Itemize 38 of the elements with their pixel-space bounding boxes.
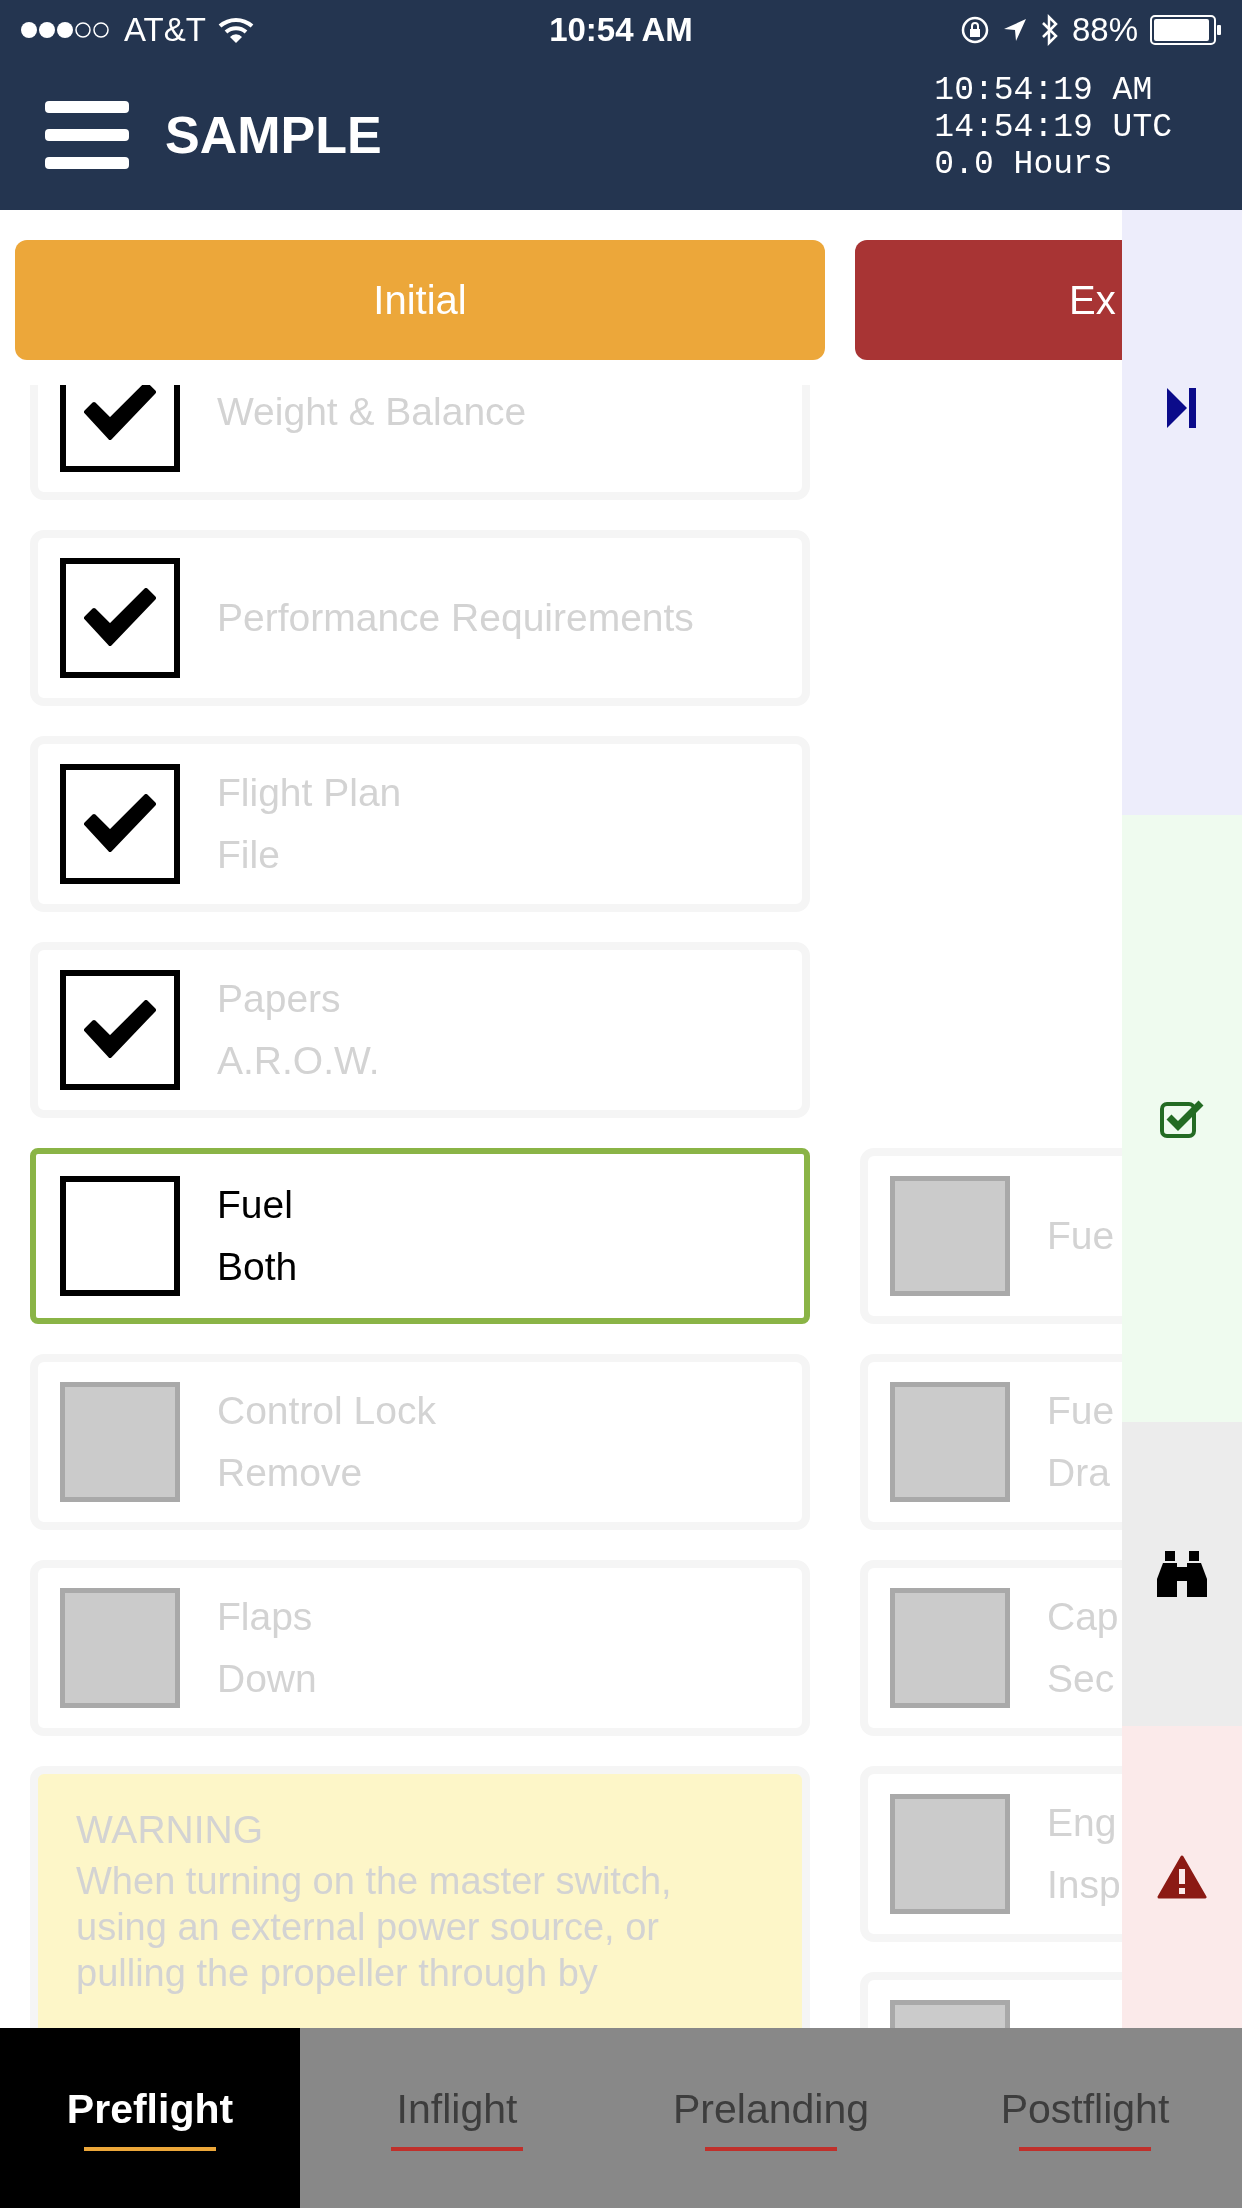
- clock-line: 10:54:19 AM: [934, 71, 1154, 109]
- checkmark-icon: [82, 385, 158, 442]
- checkbox[interactable]: [890, 1382, 1010, 1502]
- checkbox[interactable]: [60, 970, 180, 1090]
- checkbox[interactable]: [60, 385, 180, 472]
- checkmark-icon: [82, 588, 158, 648]
- phase-button[interactable]: Initial: [15, 240, 825, 360]
- checkbox[interactable]: [60, 1588, 180, 1708]
- battery-icon: [1150, 15, 1222, 45]
- signal-icon: [20, 20, 112, 40]
- item-text: Both: [217, 1245, 298, 1289]
- rotation-lock-icon: [959, 15, 990, 45]
- app-title: SAMPLE: [165, 105, 382, 165]
- checkbox[interactable]: [890, 1176, 1010, 1296]
- warning-icon[interactable]: [1157, 1855, 1207, 1899]
- checkbox-icon[interactable]: [1159, 1098, 1205, 1139]
- menu-icon[interactable]: [45, 101, 129, 169]
- checkmark-icon: [82, 794, 158, 854]
- carrier: AT&T: [124, 11, 206, 49]
- wifi-icon: [217, 16, 254, 44]
- checkbox[interactable]: [60, 1176, 180, 1296]
- binoculars-icon[interactable]: [1157, 1551, 1207, 1597]
- phase-button[interactable]: Ex: [855, 240, 1122, 360]
- bluetooth-icon: [1039, 14, 1060, 46]
- status-time: 10:54 AM: [549, 11, 693, 49]
- checkbox[interactable]: [60, 1382, 180, 1502]
- tab[interactable]: Preflight: [0, 2028, 300, 2208]
- checkbox[interactable]: [890, 1794, 1010, 1914]
- checkbox[interactable]: [60, 558, 180, 678]
- checkbox[interactable]: [60, 764, 180, 884]
- checkmark-icon: [82, 1000, 158, 1060]
- checklist-item[interactable]: Fuel Both: [30, 1148, 810, 1324]
- clock-line: 14:54:19 UTC: [934, 108, 1172, 146]
- battery-percent: 88%: [1071, 11, 1138, 49]
- checkbox[interactable]: [890, 1588, 1010, 1708]
- skip-forward-icon[interactable]: [1167, 387, 1197, 428]
- clock-line: 0.0 Hours: [934, 145, 1114, 183]
- item-text: Fuel: [217, 1183, 294, 1227]
